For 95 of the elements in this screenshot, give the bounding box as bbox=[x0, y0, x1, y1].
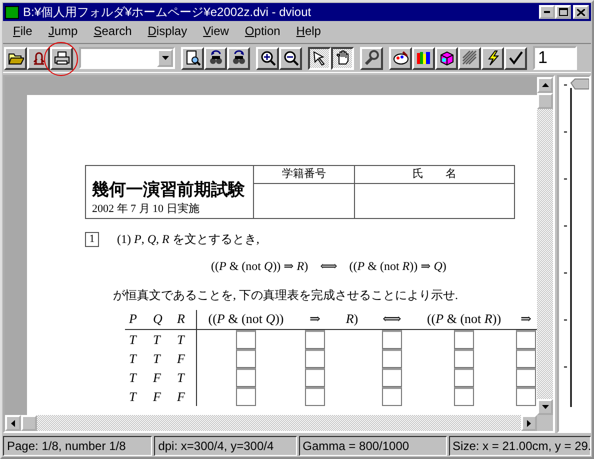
answer-box[interactable] bbox=[454, 330, 474, 349]
answer-box[interactable] bbox=[454, 387, 474, 406]
table-header: ((P & (not Q)) bbox=[197, 310, 295, 330]
status-panel: Size: x = 21.00cm, y = 29. bbox=[448, 436, 591, 456]
table-header: R) bbox=[335, 310, 369, 330]
window-title: B:¥個人用フォルダ¥ホームページ¥e2002z.dvi - dviout bbox=[23, 4, 312, 20]
maximize-button[interactable] bbox=[555, 5, 571, 19]
truth-value: T bbox=[128, 388, 138, 406]
exam-date: 2002 年 7 月 10 日実施 bbox=[92, 202, 200, 216]
answer-box[interactable] bbox=[236, 368, 256, 387]
answer-box[interactable] bbox=[382, 330, 402, 349]
answer-box[interactable] bbox=[305, 349, 325, 368]
status-panel: Gamma = 800/1000 bbox=[298, 436, 447, 456]
table-header: R bbox=[173, 310, 197, 330]
answer-box[interactable] bbox=[454, 368, 474, 387]
column-header: 学籍番号 bbox=[254, 166, 354, 184]
answer-box[interactable] bbox=[454, 349, 474, 368]
answer-box[interactable] bbox=[305, 387, 325, 406]
menu-item[interactable]: Help bbox=[288, 24, 329, 38]
table-header: P bbox=[125, 310, 149, 330]
scrollbar-corner bbox=[537, 415, 553, 431]
answer-box[interactable] bbox=[305, 330, 325, 349]
answer-box[interactable] bbox=[382, 368, 402, 387]
truth-value: T bbox=[152, 331, 162, 349]
scroll-thumb[interactable] bbox=[537, 93, 553, 109]
horizontal-scrollbar[interactable] bbox=[5, 415, 553, 431]
table-header: Q bbox=[149, 310, 173, 330]
binoculars-back-icon bbox=[208, 50, 224, 66]
right-arrow-icon bbox=[527, 420, 531, 426]
menu-item[interactable]: Search bbox=[86, 24, 140, 38]
minimize-icon bbox=[544, 11, 550, 13]
truth-value: F bbox=[152, 388, 162, 406]
scroll-left-button[interactable] bbox=[5, 415, 21, 431]
scroll-right-button[interactable] bbox=[521, 415, 537, 431]
problem-text: (1) P, Q, R を文とするとき, bbox=[117, 231, 260, 248]
scroll-thumb[interactable] bbox=[21, 415, 37, 431]
answer-box[interactable] bbox=[382, 387, 402, 406]
toolbar-button[interactable] bbox=[308, 46, 331, 70]
truth-value: T bbox=[173, 330, 197, 349]
menu-item[interactable]: Jump bbox=[40, 24, 86, 38]
binoculars-forward-icon bbox=[230, 50, 246, 66]
truth-value: F bbox=[173, 349, 197, 368]
truth-value: T bbox=[128, 331, 138, 349]
truth-value: T bbox=[128, 369, 138, 387]
left-arrow-icon bbox=[11, 420, 15, 426]
zoom-out-icon bbox=[282, 50, 298, 66]
status-panel: dpi: x=300/4, y=300/4 bbox=[154, 436, 297, 456]
truth-value: F bbox=[152, 369, 162, 387]
vertical-scrollbar[interactable] bbox=[537, 77, 553, 415]
pattern-icon bbox=[462, 50, 478, 66]
page-magnifier-icon bbox=[184, 50, 200, 66]
answer-box[interactable] bbox=[305, 368, 325, 387]
printer-icon bbox=[54, 50, 70, 66]
table-header: ⇒ bbox=[295, 310, 335, 330]
answer-box[interactable] bbox=[382, 349, 402, 368]
status-panel: Page: 1/8, number 1/8 bbox=[3, 436, 152, 456]
truth-value: T bbox=[173, 368, 197, 387]
scroll-down-button[interactable] bbox=[537, 399, 553, 415]
scroll-up-button[interactable] bbox=[537, 77, 553, 93]
column-header: 氏 名 bbox=[354, 166, 514, 184]
books-icon bbox=[416, 50, 432, 66]
close-button[interactable] bbox=[573, 5, 589, 19]
app-icon bbox=[5, 6, 19, 18]
answer-box[interactable] bbox=[236, 330, 256, 349]
menu-item[interactable]: Display bbox=[140, 24, 196, 38]
formula: ((P & (not Q)) ⇒ R) ⟺ ((P & (not R)) ⇒ Q) bbox=[211, 258, 448, 275]
truth-value: T bbox=[128, 350, 138, 368]
menu-item[interactable]: View bbox=[195, 24, 237, 38]
dropdown-arrow-icon bbox=[162, 56, 168, 60]
check-icon bbox=[508, 50, 524, 66]
hand-icon bbox=[334, 50, 350, 66]
table-header: ((P & (not R)) bbox=[415, 310, 513, 330]
page-number-field[interactable]: 1 bbox=[533, 46, 577, 70]
up-arrow-icon bbox=[542, 83, 548, 87]
truth-value: T bbox=[152, 350, 162, 368]
answer-box[interactable] bbox=[236, 387, 256, 406]
down-arrow-icon bbox=[542, 405, 548, 409]
page-combo-box[interactable] bbox=[79, 47, 175, 69]
close-icon bbox=[577, 8, 585, 16]
cube-icon bbox=[438, 50, 454, 66]
problem-number: 1 bbox=[85, 232, 99, 247]
menu-item[interactable]: File bbox=[5, 24, 40, 38]
toolbar-button[interactable] bbox=[331, 46, 354, 70]
palette-icon bbox=[392, 50, 408, 66]
truth-value: F bbox=[173, 387, 197, 406]
figure-icon bbox=[30, 50, 46, 66]
table-header: ⟺ bbox=[369, 310, 415, 330]
menu-item[interactable]: Option bbox=[236, 24, 288, 38]
answer-box[interactable] bbox=[236, 349, 256, 368]
problem-sentence: が恒真文であることを, 下の真理表を完成させることにより示せ. bbox=[113, 287, 459, 304]
minimize-button[interactable] bbox=[539, 5, 555, 19]
zoom-in-icon bbox=[260, 50, 276, 66]
pointer-icon bbox=[312, 50, 328, 66]
maximize-icon bbox=[558, 8, 568, 16]
exam-title: 幾何一演習前期試験 bbox=[92, 179, 246, 201]
